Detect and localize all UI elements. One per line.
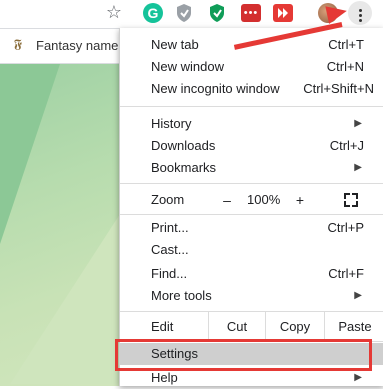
menu-item-new-incognito-window[interactable]: New incognito window Ctrl+Shift+N — [120, 78, 383, 100]
bookmark-favicon-icon: 𝕱 — [14, 37, 22, 52]
menu-separator — [120, 183, 383, 184]
menu-label: New window — [151, 59, 224, 74]
menu-label: Find... — [151, 266, 188, 281]
menu-label: Bookmarks — [151, 160, 217, 175]
menu-separator — [120, 214, 383, 215]
gray-shield-extension-icon[interactable] — [175, 3, 193, 23]
menu-shortcut: Ctrl+P — [327, 220, 364, 235]
red-dots-extension-icon[interactable]: ••• — [241, 4, 261, 22]
menu-item-bookmarks[interactable]: Bookmarks ▶ — [120, 157, 383, 179]
menu-shortcut: Ctrl+Shift+N — [303, 81, 374, 96]
menu-item-history[interactable]: History ▶ — [120, 113, 383, 135]
menu-label: History — [151, 116, 192, 131]
paste-button[interactable]: Paste — [324, 312, 383, 342]
menu-item-downloads[interactable]: Downloads Ctrl+J — [120, 135, 383, 157]
settings-highlight-box — [115, 339, 372, 371]
fullscreen-icon[interactable] — [344, 193, 358, 207]
menu-item-find[interactable]: Find... Ctrl+F — [120, 263, 383, 285]
menu-shortcut: Ctrl+F — [328, 266, 364, 281]
menu-item-more-tools[interactable]: More tools ▶ — [120, 285, 383, 307]
kebab-menu-icon[interactable] — [348, 1, 372, 25]
menu-label: New incognito window — [151, 81, 280, 96]
menu-edit-row: Edit Cut Copy Paste — [120, 312, 383, 342]
edit-label: Edit — [151, 319, 174, 334]
menu-item-cast[interactable]: Cast... — [120, 239, 383, 261]
bookmark-item[interactable]: 𝕱 Fantasy name g — [14, 37, 129, 53]
zoom-label: Zoom — [151, 192, 185, 207]
chevron-right-icon: ▶ — [354, 118, 362, 129]
menu-label: Cast... — [151, 242, 189, 257]
green-shield-extension-icon[interactable] — [208, 3, 226, 23]
zoom-in-button[interactable]: + — [285, 187, 315, 213]
cut-button[interactable]: Cut — [208, 312, 265, 342]
menu-shortcut: Ctrl+J — [329, 138, 364, 153]
fast-forward-extension-icon[interactable] — [273, 4, 293, 22]
menu-item-new-window[interactable]: New window Ctrl+N — [120, 56, 383, 78]
zoom-out-button[interactable]: – — [212, 187, 242, 213]
bookmark-label: Fantasy name g — [36, 37, 130, 53]
copy-button[interactable]: Copy — [265, 312, 324, 342]
zoom-level: 100% — [247, 192, 281, 207]
menu-label: More tools — [151, 288, 212, 303]
menu-shortcut: Ctrl+N — [326, 59, 364, 74]
chevron-right-icon: ▶ — [354, 290, 362, 301]
bookmark-star-icon[interactable]: ☆ — [103, 1, 125, 23]
menu-label: Downloads — [151, 138, 216, 153]
chevron-right-icon: ▶ — [354, 162, 362, 173]
menu-label: Print... — [151, 220, 189, 235]
bg-facet — [10, 214, 120, 384]
menu-label: New tab — [151, 37, 199, 52]
chrome-main-menu: New tab Ctrl+T New window Ctrl+N New inc… — [119, 28, 383, 386]
grammarly-extension-icon[interactable]: G — [143, 3, 163, 23]
menu-shortcut: Ctrl+T — [328, 37, 364, 52]
menu-item-print[interactable]: Print... Ctrl+P — [120, 217, 383, 239]
menu-separator — [120, 106, 383, 107]
menu-zoom-row: Zoom – 100% + — [120, 187, 383, 213]
